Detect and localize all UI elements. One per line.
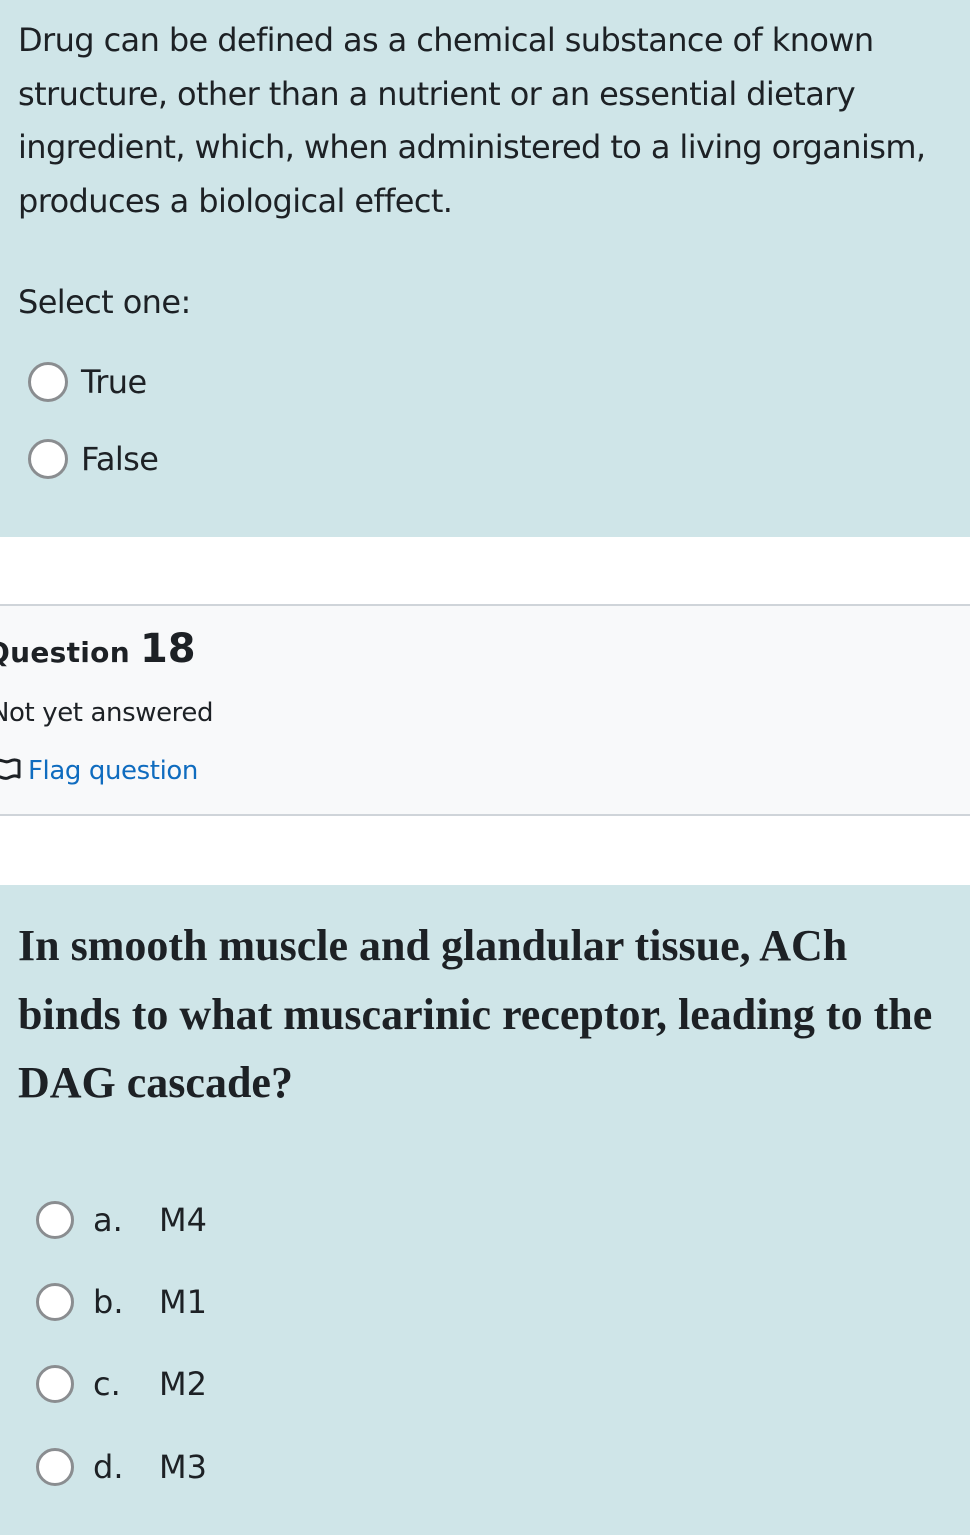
question-number-value: 18 bbox=[139, 626, 196, 672]
answer-letter: b. bbox=[93, 1283, 124, 1321]
answer-option-a[interactable]: a. M4 bbox=[36, 1196, 207, 1244]
question-17-text: Drug can be defined as a chemical substa… bbox=[18, 21, 926, 220]
answer-text[interactable]: M1 bbox=[159, 1283, 207, 1321]
flag-question-label[interactable]: Flag question bbox=[28, 756, 198, 786]
answer-letter: d. bbox=[93, 1448, 124, 1486]
answer-option-b[interactable]: b. M1 bbox=[36, 1278, 207, 1326]
answer-option-d[interactable]: d. M3 bbox=[36, 1443, 207, 1491]
option-false[interactable]: False bbox=[28, 435, 159, 483]
radio-unchecked-icon[interactable] bbox=[36, 1448, 74, 1486]
option-true[interactable]: True bbox=[28, 358, 147, 406]
answer-text[interactable]: M2 bbox=[159, 1365, 207, 1403]
answer-option-c[interactable]: c. M2 bbox=[36, 1360, 207, 1408]
question-state: Not yet answered bbox=[0, 698, 214, 728]
answer-letter: c. bbox=[93, 1365, 121, 1403]
radio-unchecked-icon[interactable] bbox=[28, 362, 68, 402]
question-info-box: Question 18 Not yet answered Flag questio… bbox=[0, 604, 970, 816]
flag-question-link[interactable]: Flag question bbox=[0, 756, 198, 786]
select-one-prompt: Select one: bbox=[18, 283, 191, 321]
radio-unchecked-icon[interactable] bbox=[28, 439, 68, 479]
question-heading-word: Question bbox=[0, 636, 130, 669]
option-false-label[interactable]: False bbox=[81, 440, 159, 478]
radio-unchecked-icon[interactable] bbox=[36, 1283, 74, 1321]
answer-text[interactable]: M3 bbox=[159, 1448, 207, 1486]
flag-outline-icon[interactable] bbox=[0, 757, 22, 785]
radio-unchecked-icon[interactable] bbox=[36, 1365, 74, 1403]
answer-letter: a. bbox=[93, 1201, 123, 1239]
question-18-text: In smooth muscle and glandular tissue, A… bbox=[18, 921, 933, 1107]
answer-text[interactable]: M4 bbox=[159, 1201, 207, 1239]
question-number: Question 18 bbox=[0, 626, 196, 672]
option-true-label[interactable]: True bbox=[81, 363, 147, 401]
radio-unchecked-icon[interactable] bbox=[36, 1201, 74, 1239]
